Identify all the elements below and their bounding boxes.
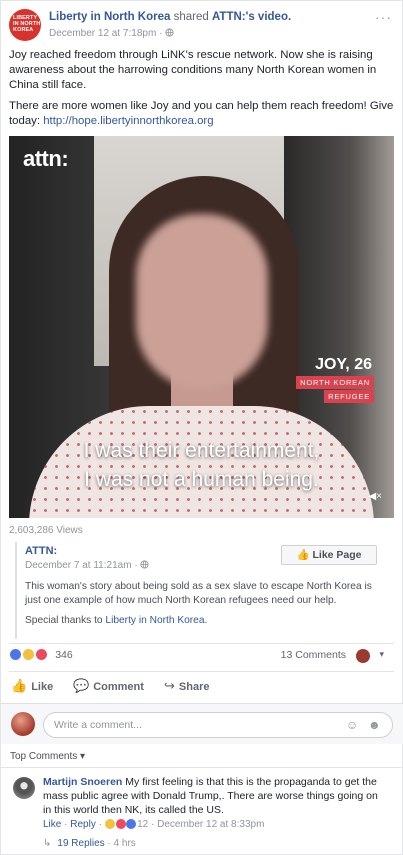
comments-count[interactable]: 13 Comments xyxy=(281,649,346,661)
view-count: 2,603,286 Views xyxy=(9,525,83,536)
shared-verb: shared xyxy=(170,11,212,23)
shared-source-link[interactable]: ATTN:'s video. xyxy=(212,11,291,23)
person-tag-line1: NORTH KOREAN xyxy=(296,376,374,389)
thanks-page-link[interactable]: Liberty in North Korea xyxy=(105,615,204,626)
facebook-post-card: LIBERTY IN NORTH KOREA Liberty in North … xyxy=(0,0,403,855)
comment-like-link[interactable]: Like xyxy=(43,819,61,830)
divider xyxy=(1,767,403,768)
like-reaction-icon xyxy=(126,819,137,830)
like-reaction-icon xyxy=(9,648,22,661)
shared-post-text: This woman's story about being sold as a… xyxy=(25,581,372,606)
post-paragraph-1: Joy reached freedom through LiNK's rescu… xyxy=(9,49,377,91)
comment-meta: Like · Reply · 12 · December 12 at 8:33p… xyxy=(43,819,264,830)
thumbs-up-icon: 👍 xyxy=(11,678,28,693)
video-caption-line1: I was their entertainment, xyxy=(83,439,320,462)
emoji-icon[interactable]: ☺ xyxy=(346,718,358,732)
like-button[interactable]: 👍 Like xyxy=(11,678,53,694)
separator-dot: · xyxy=(98,819,102,830)
video-caption-line2: I was not a human being. xyxy=(84,468,319,491)
commenter-avatar[interactable] xyxy=(13,777,35,799)
mute-icon[interactable]: ◀× xyxy=(368,491,382,502)
shared-post-date[interactable]: December 7 at 11:21am · xyxy=(25,560,149,571)
comment-reply-link[interactable]: Reply xyxy=(70,819,96,830)
page-logo[interactable]: LIBERTY IN NORTH KOREA xyxy=(9,9,41,41)
like-page-button[interactable]: 👍 Like Page xyxy=(281,545,377,565)
post-date[interactable]: December 12 at 7:18pm xyxy=(49,28,156,39)
replies-count[interactable]: 19 Replies xyxy=(57,838,104,849)
post-actions: 👍 Like 💬 Comment ↪ Share xyxy=(9,678,394,698)
commenter-name-link[interactable]: Martijn Snoeren xyxy=(43,776,122,788)
divider xyxy=(9,671,394,672)
shared-post-thanks: Special thanks to Liberty in North Korea… xyxy=(25,615,207,626)
love-reaction-icon xyxy=(115,819,126,830)
view-replies-link[interactable]: ↳ 19 Replies · 4 hrs xyxy=(43,838,136,849)
comment-composer: ☺ ☻ xyxy=(1,704,403,744)
share-icon: ↪ xyxy=(164,678,175,693)
video-player[interactable]: attn: JOY, 26 NORTH KOREAN REFUGEE I was… xyxy=(9,136,394,518)
thumbs-up-icon: 👍 xyxy=(296,549,310,561)
comment-input[interactable] xyxy=(43,712,393,738)
haha-reaction-icon xyxy=(104,819,115,830)
more-options-icon[interactable]: ··· xyxy=(375,9,392,25)
comment-text: Martijn Snoeren My first feeling is that… xyxy=(43,775,388,817)
blurred-face xyxy=(136,214,268,389)
share-button[interactable]: ↪ Share xyxy=(164,678,209,694)
globe-icon xyxy=(165,28,174,37)
comment-reaction-count[interactable]: 12 xyxy=(137,819,148,830)
post-timestamp[interactable]: December 12 at 7:18pm · xyxy=(49,28,174,39)
reaction-count[interactable]: 346 xyxy=(55,649,73,661)
love-reaction-icon xyxy=(35,648,49,661)
sticker-icon[interactable]: ☻ xyxy=(368,718,381,732)
comment-date[interactable]: December 12 at 8:33pm xyxy=(157,819,264,830)
divider xyxy=(9,643,394,644)
post-author-line: Liberty in North Korea shared ATTN:'s vi… xyxy=(49,11,291,23)
reply-arrow-icon: ↳ xyxy=(43,838,52,849)
separator-dot: · xyxy=(151,819,155,830)
person-tag-line2: REFUGEE xyxy=(324,390,374,403)
separator-dot: · xyxy=(64,819,68,830)
comment-sort-dropdown[interactable]: Top Comments ▾ xyxy=(10,751,85,762)
thanks-prefix: Special thanks to xyxy=(25,615,106,626)
comment-button[interactable]: 💬 Comment xyxy=(73,678,144,694)
sad-reaction-icon xyxy=(22,648,36,661)
reactions-summary[interactable]: 346 xyxy=(9,648,73,664)
shared-date-text[interactable]: December 7 at 11:21am · xyxy=(25,560,140,571)
avatar[interactable] xyxy=(11,712,35,736)
post-paragraph-2: There are more women like Joy and you ca… xyxy=(9,99,394,129)
attn-logo: attn: xyxy=(23,146,69,171)
like-label: Like xyxy=(31,681,54,693)
comment-label: Comment xyxy=(93,681,144,693)
thanks-suffix: . xyxy=(204,615,208,626)
chevron-down-icon[interactable]: ▾ xyxy=(379,649,384,660)
viewer-avatar[interactable] xyxy=(356,649,370,663)
person-name-label: JOY, 26 xyxy=(315,356,372,373)
share-label: Share xyxy=(178,681,210,693)
comment-icon: 💬 xyxy=(73,678,90,693)
page-name-link[interactable]: Liberty in North Korea xyxy=(49,11,170,23)
shared-original-post: ATTN: December 7 at 11:21am · 👍 Like Pag… xyxy=(15,542,393,639)
post-message: Joy reached freedom through LiNK's rescu… xyxy=(9,48,394,135)
globe-icon xyxy=(140,560,149,569)
like-page-label: Like Page xyxy=(312,549,362,561)
replies-time: · 4 hrs xyxy=(104,838,136,849)
separator-dot: · xyxy=(159,28,163,39)
donate-link[interactable]: http://hope.libertyinnorthkorea.org xyxy=(43,115,213,127)
shared-page-name[interactable]: ATTN: xyxy=(25,545,57,557)
post-header: LIBERTY IN NORTH KOREA Liberty in North … xyxy=(9,9,394,43)
